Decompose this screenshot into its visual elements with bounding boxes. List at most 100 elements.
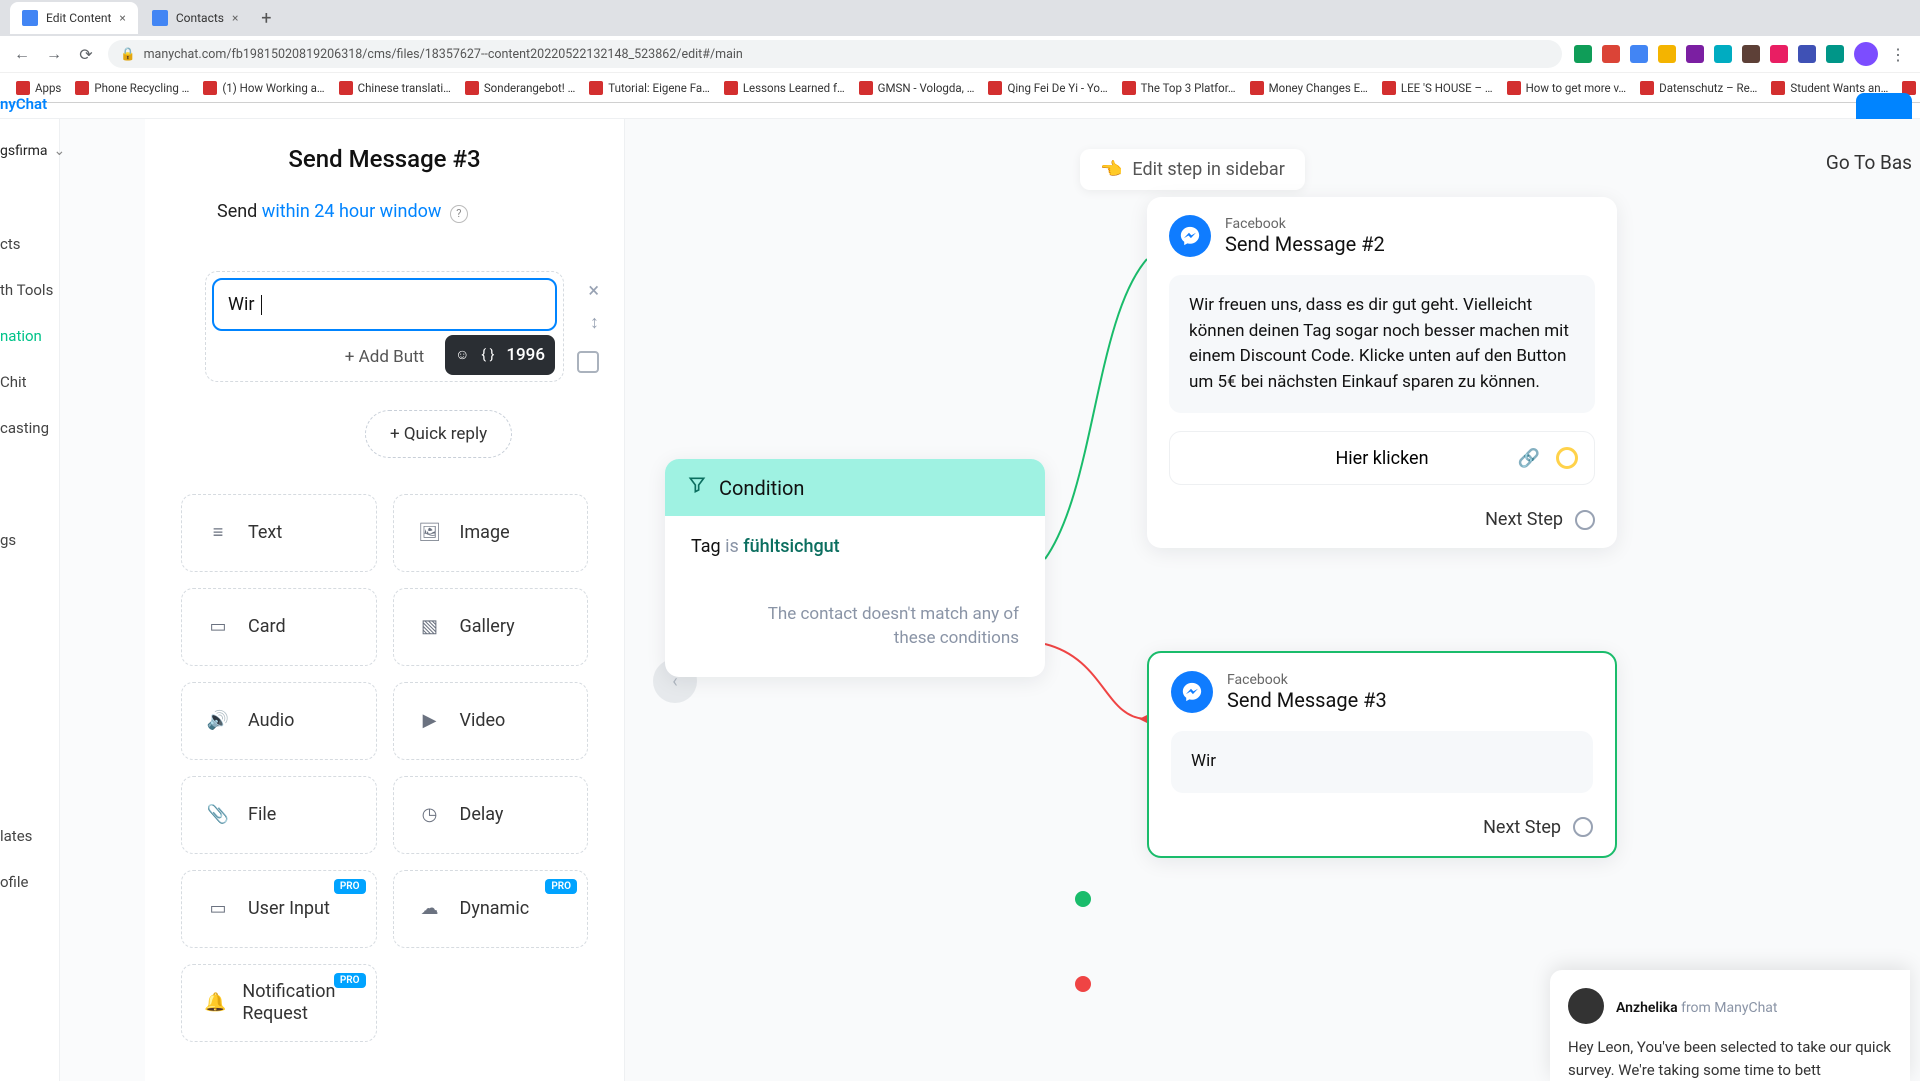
bookmark-item[interactable]: LEE 'S HOUSE – …: [1378, 79, 1497, 97]
support-name: Anzhelika: [1616, 1000, 1678, 1016]
block-user-input[interactable]: ▭User InputPRO: [181, 870, 377, 948]
send-window-link[interactable]: within 24 hour window: [262, 201, 442, 222]
bookmark-item[interactable]: Money Changes E…: [1246, 79, 1372, 97]
bookmark-item[interactable]: Phone Recycling …: [71, 79, 193, 97]
condition-else[interactable]: The contact doesn't match any of these c…: [665, 577, 1045, 677]
nav-item[interactable]: lates: [0, 813, 59, 859]
app-root: nyChat gsfirma ⌄ ctsth ToolsnationChitca…: [0, 103, 1920, 1081]
node-send-message-3[interactable]: Facebook Send Message #3 Wir Next Step: [1147, 651, 1617, 858]
remove-block-icon[interactable]: ×: [588, 278, 599, 302]
bookmark-item[interactable]: Tutorial: Eigene Fa…: [585, 79, 714, 97]
support-chat-widget[interactable]: Anzhelika from ManyChat Hey Leon, You've…: [1550, 970, 1910, 1081]
tab-contacts[interactable]: Contacts ×: [140, 2, 251, 34]
bookmark-item[interactable]: Apps: [12, 79, 65, 97]
bookmark-item[interactable]: Datenschutz – Re…: [1636, 79, 1761, 97]
nav-item[interactable]: cts: [0, 221, 59, 267]
extension-icon[interactable]: [1826, 45, 1844, 63]
node-title: Send Message #3: [1227, 688, 1387, 712]
address-bar[interactable]: 🔒 manychat.com/fb19815020819206318/cms/f…: [108, 40, 1562, 68]
edit-in-sidebar-chip[interactable]: 👈 Edit step in sidebar: [1080, 149, 1305, 190]
block-dynamic[interactable]: ☁DynamicPRO: [393, 870, 589, 948]
output-port[interactable]: [1556, 447, 1578, 469]
profile-avatar[interactable]: [1854, 42, 1878, 66]
message-preview: Wir: [1171, 731, 1593, 793]
node-title: Send Message #2: [1225, 232, 1385, 256]
message-text-input[interactable]: Wir: [212, 278, 557, 331]
back-icon[interactable]: ←: [12, 44, 32, 64]
output-port-true[interactable]: [1075, 891, 1091, 907]
duplicate-icon[interactable]: [577, 351, 599, 373]
bookmark-item[interactable]: GMSN - Vologda, …: [855, 79, 979, 97]
extension-icon[interactable]: [1742, 45, 1760, 63]
extension-icon[interactable]: [1574, 45, 1592, 63]
message-button[interactable]: Hier klicken 🔗: [1169, 431, 1595, 485]
block-text[interactable]: ≡Text: [181, 494, 377, 572]
condition-rule[interactable]: Tag is fühltsichgut: [691, 536, 1019, 557]
reorder-icon[interactable]: ↕: [590, 312, 599, 333]
bookmark-item[interactable]: Lessons Learned f…: [720, 79, 849, 97]
node-send-message-2[interactable]: Facebook Send Message #2 Wir freuen uns,…: [1147, 197, 1617, 548]
help-icon[interactable]: ?: [450, 205, 468, 223]
extension-icon[interactable]: [1798, 45, 1816, 63]
user-input-icon: ▭: [204, 898, 232, 920]
output-port[interactable]: [1573, 817, 1593, 837]
bookmark-item[interactable]: (1) How Working a…: [199, 79, 328, 97]
block-gallery[interactable]: ▧Gallery: [393, 588, 589, 666]
bookmark-favicon: [1122, 81, 1136, 95]
send-window-row: Send within 24 hour window ?: [145, 201, 624, 245]
nav-item[interactable]: ofile: [0, 859, 59, 905]
platform-label: Facebook: [1225, 216, 1385, 232]
bookmark-item[interactable]: Sonderangebot! …: [461, 79, 579, 97]
bookmark-favicon: [1382, 81, 1396, 95]
bookmark-favicon: [724, 81, 738, 95]
nav-item[interactable]: casting: [0, 405, 59, 451]
output-port-false[interactable]: [1075, 976, 1091, 992]
extension-icon[interactable]: [1686, 45, 1704, 63]
block-card[interactable]: ▭Card: [181, 588, 377, 666]
extension-icon[interactable]: [1714, 45, 1732, 63]
bookmark-favicon: [339, 81, 353, 95]
bookmark-item[interactable]: Qing Fei De Yi - Yo…: [984, 79, 1111, 97]
extension-icon[interactable]: [1770, 45, 1788, 63]
bookmark-item[interactable]: How to get more v…: [1503, 79, 1631, 97]
bookmark-favicon: [859, 81, 873, 95]
new-tab-button[interactable]: +: [252, 4, 280, 32]
reload-icon[interactable]: ⟳: [76, 44, 96, 64]
menu-icon[interactable]: ⋮: [1888, 44, 1908, 64]
nav-item[interactable]: Chit: [0, 359, 59, 405]
next-step-row[interactable]: Next Step: [1149, 811, 1615, 856]
block-video[interactable]: ▶Video: [393, 682, 589, 760]
bookmark-favicon: [1507, 81, 1521, 95]
node-condition[interactable]: Condition Tag is fühltsichgut The contac…: [665, 459, 1045, 677]
extension-icon[interactable]: [1658, 45, 1676, 63]
flow-canvas[interactable]: ‹ 👈 Edit step in sidebar Go To Bas Condi…: [625, 119, 1920, 1081]
url-text: manychat.com/fb19815020819206318/cms/fil…: [144, 47, 743, 62]
bookmark-item[interactable]: The Top 3 Platfor…: [1118, 79, 1240, 97]
quick-reply-button[interactable]: + Quick reply: [365, 410, 512, 458]
extension-icon[interactable]: [1630, 45, 1648, 63]
close-icon[interactable]: ×: [119, 11, 125, 25]
workspace-selector[interactable]: gsfirma ⌄: [0, 139, 59, 163]
block-audio[interactable]: 🔊Audio: [181, 682, 377, 760]
support-avatar: [1568, 988, 1604, 1024]
add-button-row[interactable]: + Add Butt ☺ { } 1996: [206, 331, 563, 381]
bookmark-item[interactable]: Chinese translati…: [335, 79, 455, 97]
nav-item[interactable]: th Tools: [0, 267, 59, 313]
nav-item[interactable]: nation: [0, 313, 59, 359]
block-file[interactable]: 📎File: [181, 776, 377, 854]
next-step-row[interactable]: Next Step: [1147, 503, 1617, 548]
braces-icon[interactable]: { }: [481, 347, 494, 363]
output-port[interactable]: [1575, 510, 1595, 530]
video-icon: ▶: [416, 710, 444, 732]
block-delay[interactable]: ◷Delay: [393, 776, 589, 854]
block-image[interactable]: 🖼Image: [393, 494, 589, 572]
close-icon[interactable]: ×: [232, 11, 238, 25]
nav-item[interactable]: gs: [0, 517, 59, 563]
text-value: Wir: [228, 294, 259, 315]
forward-icon[interactable]: →: [44, 44, 64, 64]
tab-edit-content[interactable]: Edit Content ×: [10, 2, 138, 34]
block-notification[interactable]: 🔔Notification RequestPRO: [181, 964, 377, 1042]
extension-icon[interactable]: [1602, 45, 1620, 63]
emoji-icon[interactable]: ☺: [455, 346, 469, 363]
go-to-link[interactable]: Go To Bas: [1826, 151, 1912, 174]
